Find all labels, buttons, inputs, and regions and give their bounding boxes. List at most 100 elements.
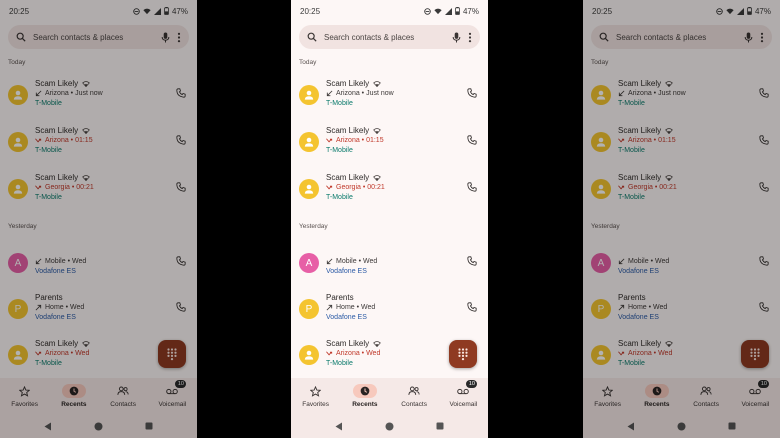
call-back-button[interactable] (465, 300, 479, 314)
search-input[interactable]: Search contacts & places (616, 33, 737, 42)
call-type-icon (326, 258, 333, 265)
carrier-label: Vodafone ES (35, 268, 76, 275)
wifi-icon (82, 80, 90, 87)
call-back-button[interactable] (757, 254, 771, 268)
call-log-row[interactable]: A Mobile • Wed Vodafone ES (0, 244, 197, 284)
call-log-row[interactable]: A Mobile • Wed Vodafone ES (291, 244, 488, 284)
back-icon[interactable] (627, 422, 635, 431)
more-vert-icon[interactable] (177, 32, 181, 43)
dialpad-icon (458, 347, 468, 360)
mic-icon[interactable] (744, 32, 753, 43)
call-log-row[interactable]: Scam Likely Arizona • Just now T-Mobile (291, 76, 488, 116)
dialpad-button[interactable] (449, 340, 477, 368)
carrier-label: T-Mobile (326, 100, 353, 107)
call-back-button[interactable] (465, 133, 479, 147)
call-back-button[interactable] (757, 300, 771, 314)
nav-recents[interactable]: Recents (632, 378, 681, 414)
phone-icon (176, 88, 186, 98)
bottom-navigation: Favorites Recents Contacts 10 Voicemail (0, 378, 197, 414)
carrier-label: T-Mobile (35, 147, 62, 154)
call-log-row[interactable]: Scam Likely Georgia • 00:21 T-Mobile (291, 170, 488, 210)
nav-voicemail[interactable]: 10 Voicemail (731, 378, 780, 414)
call-back-button[interactable] (465, 254, 479, 268)
caller-name: Scam Likely (618, 173, 662, 182)
call-back-button[interactable] (174, 86, 188, 100)
nav-recents[interactable]: Recents (340, 378, 389, 414)
recents-square-icon[interactable] (436, 422, 444, 430)
call-back-button[interactable] (465, 86, 479, 100)
nav-favorites[interactable]: Favorites (291, 378, 340, 414)
call-back-button[interactable] (174, 254, 188, 268)
carrier-label: Vodafone ES (618, 268, 659, 275)
call-log-row[interactable]: P Parents Home • Wed Vodafone ES (291, 290, 488, 330)
avatar-person-icon (591, 345, 611, 365)
nav-favorites[interactable]: Favorites (583, 378, 632, 414)
search-bar[interactable]: Search contacts & places (591, 25, 772, 49)
search-input[interactable]: Search contacts & places (33, 33, 154, 42)
status-bar: 20:25 47% (291, 0, 488, 22)
phone-icon (467, 182, 477, 192)
search-icon (599, 32, 609, 42)
status-icons: 47% (716, 7, 771, 16)
nav-favorites[interactable]: Favorites (0, 378, 49, 414)
nav-contacts[interactable]: Contacts (99, 378, 148, 414)
call-detail: Arizona • 01:15 (628, 137, 676, 144)
mic-icon[interactable] (452, 32, 461, 43)
caller-name: Scam Likely (35, 339, 79, 348)
home-icon[interactable] (677, 422, 686, 431)
nav-voicemail[interactable]: 10 Voicemail (439, 378, 488, 414)
carrier-label: Vodafone ES (35, 314, 76, 321)
nav-recents[interactable]: Recents (49, 378, 98, 414)
home-icon[interactable] (94, 422, 103, 431)
call-log-row[interactable]: A Mobile • Wed Vodafone ES (583, 244, 780, 284)
call-back-button[interactable] (757, 133, 771, 147)
call-log-row[interactable]: P Parents Home • Wed Vodafone ES (583, 290, 780, 330)
more-vert-icon[interactable] (468, 32, 472, 43)
call-log-row[interactable]: Scam Likely Georgia • 00:21 T-Mobile (0, 170, 197, 210)
call-log-row[interactable]: Scam Likely Arizona • 01:15 T-Mobile (583, 123, 780, 163)
nav-contacts[interactable]: Contacts (682, 378, 731, 414)
more-vert-icon[interactable] (760, 32, 764, 43)
back-icon[interactable] (335, 422, 343, 431)
call-log-row[interactable]: Scam Likely Georgia • 00:21 T-Mobile (583, 170, 780, 210)
recents-square-icon[interactable] (145, 422, 153, 430)
search-input[interactable]: Search contacts & places (324, 33, 445, 42)
dialpad-button[interactable] (741, 340, 769, 368)
carrier-label: T-Mobile (618, 100, 645, 107)
wifi-icon (82, 340, 90, 347)
call-detail: Home • Wed (45, 304, 85, 311)
nav-contacts-label: Contacts (693, 401, 719, 408)
search-bar[interactable]: Search contacts & places (299, 25, 480, 49)
home-icon[interactable] (385, 422, 394, 431)
signal-icon (444, 7, 452, 15)
system-navigation (0, 414, 197, 438)
mic-icon[interactable] (161, 32, 170, 43)
dialpad-button[interactable] (158, 340, 186, 368)
call-back-button[interactable] (174, 180, 188, 194)
back-icon[interactable] (44, 422, 52, 431)
section-yesterday: Yesterday (299, 223, 328, 230)
call-log-row[interactable]: Scam Likely Arizona • Just now T-Mobile (0, 76, 197, 116)
carrier-label: T-Mobile (326, 147, 353, 154)
call-log-row[interactable]: Scam Likely Arizona • Just now T-Mobile (583, 76, 780, 116)
call-log-row[interactable]: P Parents Home • Wed Vodafone ES (0, 290, 197, 330)
nav-voicemail[interactable]: 10 Voicemail (148, 378, 197, 414)
call-type-icon (326, 138, 333, 143)
call-back-button[interactable] (174, 300, 188, 314)
call-back-button[interactable] (757, 86, 771, 100)
caller-name: Scam Likely (326, 339, 370, 348)
call-back-button[interactable] (757, 180, 771, 194)
system-navigation (583, 414, 780, 438)
avatar-person-icon (8, 85, 28, 105)
dnd-icon (133, 7, 140, 15)
call-log-row[interactable]: Scam Likely Arizona • 01:15 T-Mobile (0, 123, 197, 163)
recents-square-icon[interactable] (728, 422, 736, 430)
call-back-button[interactable] (174, 133, 188, 147)
call-log-row[interactable]: Scam Likely Arizona • 01:15 T-Mobile (291, 123, 488, 163)
clock-icon (360, 386, 370, 396)
call-back-button[interactable] (465, 180, 479, 194)
nav-contacts[interactable]: Contacts (390, 378, 439, 414)
signal-icon (736, 7, 744, 15)
caller-name: Scam Likely (326, 173, 370, 182)
search-bar[interactable]: Search contacts & places (8, 25, 189, 49)
